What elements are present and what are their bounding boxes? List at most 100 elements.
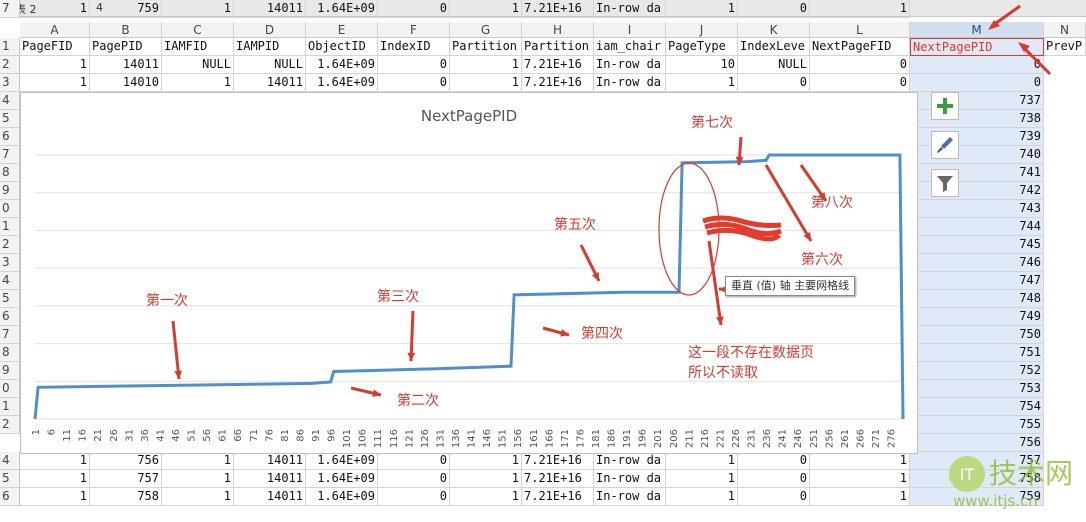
row-header[interactable]: 6 — [0, 488, 20, 506]
table-cell[interactable]: 7.21E+16 — [522, 0, 594, 18]
table-cell[interactable]: 14011 — [234, 470, 306, 488]
table-cell[interactable]: 758 — [90, 488, 162, 506]
table-cell[interactable]: 1 — [666, 74, 738, 92]
table-cell[interactable]: 0 — [738, 470, 810, 488]
column-letter-b[interactable]: B — [90, 22, 162, 38]
nextpagepid-cell[interactable]: 748 — [910, 290, 1044, 308]
table-cell[interactable]: 0 — [378, 74, 450, 92]
row-header[interactable]: 1 — [0, 218, 20, 236]
row-header[interactable]: 7 — [0, 146, 20, 164]
column-header-pagepid[interactable]: PagePID — [90, 38, 162, 56]
nextpagepid-cell[interactable]: 749 — [910, 308, 1044, 326]
table-cell[interactable]: 1 — [450, 74, 522, 92]
table-cell[interactable]: NULL — [738, 56, 810, 74]
table-cell[interactable]: 1 — [162, 74, 234, 92]
column-letter-a[interactable]: A — [20, 22, 90, 38]
column-header-partition[interactable]: Partition — [450, 38, 522, 56]
table-cell[interactable]: 1 — [666, 0, 738, 18]
table-cell[interactable]: 14010 — [90, 74, 162, 92]
chart-elements-button[interactable] — [931, 92, 959, 120]
table-cell[interactable]: 0 — [738, 0, 810, 18]
column-letter-i[interactable]: I — [594, 22, 666, 38]
table-cell[interactable]: 1 — [450, 488, 522, 506]
table-cell[interactable]: 7.21E+16 — [522, 470, 594, 488]
row-header[interactable]: 8 — [0, 344, 20, 362]
table-cell[interactable]: 1 — [20, 56, 90, 74]
row-header[interactable]: 4 — [0, 92, 20, 110]
column-letter-e[interactable]: E — [306, 22, 378, 38]
row-header[interactable]: 9 — [0, 182, 20, 200]
table-cell[interactable]: 1.64E+09 — [306, 488, 378, 506]
row-header[interactable]: 2 — [0, 56, 20, 74]
table-cell[interactable]: 0 — [378, 470, 450, 488]
table-cell[interactable]: 0 — [810, 56, 910, 74]
table-cell[interactable]: 1.64E+09 — [306, 74, 378, 92]
table-cell[interactable]: In-row da — [594, 488, 666, 506]
column-header-indexleve[interactable]: IndexLeve — [738, 38, 810, 56]
column-header-nextpagefid[interactable]: NextPageFID — [810, 38, 910, 56]
column-header-pagetype[interactable]: PageType — [666, 38, 738, 56]
table-cell[interactable]: 1 — [810, 0, 910, 18]
row-header[interactable]: 2 — [0, 236, 20, 254]
row-header[interactable]: 8 — [0, 164, 20, 182]
row-header[interactable]: 4 — [0, 452, 20, 470]
column-header-indexid[interactable]: IndexID — [378, 38, 450, 56]
table-cell[interactable]: 0 — [378, 56, 450, 74]
table-cell[interactable]: 14011 — [234, 0, 306, 18]
table-cell[interactable]: 14011 — [90, 56, 162, 74]
table-cell[interactable]: 14011 — [234, 488, 306, 506]
nextpagepid-cell[interactable]: 745 — [910, 236, 1044, 254]
row-header[interactable]: 9 — [0, 362, 20, 380]
row-header[interactable]: 3 — [0, 74, 20, 92]
table-cell[interactable]: 1 — [20, 488, 90, 506]
table-cell[interactable]: In-row da — [594, 470, 666, 488]
row-header[interactable]: 3 — [0, 254, 20, 272]
chart-styles-button[interactable] — [931, 131, 959, 159]
nextpagepid-cell[interactable]: 752 — [910, 362, 1044, 380]
table-cell[interactable]: 7.21E+16 — [522, 74, 594, 92]
column-letter-h[interactable]: H — [522, 22, 594, 38]
column-header-iamfid[interactable]: IAMFID — [162, 38, 234, 56]
table-cell[interactable]: 10 — [666, 56, 738, 74]
row-header[interactable]: 0 — [0, 380, 20, 398]
nextpagepid-cell[interactable]: 746 — [910, 254, 1044, 272]
chart-filters-button[interactable] — [931, 169, 959, 197]
column-header-iam_chair[interactable]: iam_chair — [594, 38, 666, 56]
nextpagepid-cell[interactable]: 753 — [910, 380, 1044, 398]
row-header[interactable]: 7 — [0, 0, 20, 18]
nextpagepid-cell[interactable]: 755 — [910, 416, 1044, 434]
table-cell[interactable]: In-row da — [594, 0, 666, 18]
nextpagepid-cell[interactable]: 754 — [910, 398, 1044, 416]
column-letter-c[interactable]: C — [162, 22, 234, 38]
table-cell[interactable]: 0 — [738, 74, 810, 92]
row-header[interactable]: 5 — [0, 290, 20, 308]
table-cell[interactable]: 1.64E+09 — [306, 56, 378, 74]
row-header[interactable]: 5 — [0, 110, 20, 128]
column-letter-g[interactable]: G — [450, 22, 522, 38]
table-cell[interactable]: 1 — [20, 74, 90, 92]
table-cell[interactable]: 7.21E+16 — [522, 56, 594, 74]
row-header[interactable]: 5 — [0, 470, 20, 488]
column-letter-k[interactable]: K — [738, 22, 810, 38]
column-letter-f[interactable]: F — [378, 22, 450, 38]
line-chart[interactable]: NextPagePID 1 6 11 16 21 26 31 36 41 46 51 56 61 66 71… — [20, 92, 918, 454]
column-letter-l[interactable]: L — [810, 22, 910, 38]
row-header[interactable]: 7 — [0, 326, 20, 344]
nextpagepid-cell[interactable]: 744 — [910, 218, 1044, 236]
nextpagepid-cell[interactable]: 750 — [910, 326, 1044, 344]
table-cell[interactable]: 1 — [20, 470, 90, 488]
column-header-iampid[interactable]: IAMPID — [234, 38, 306, 56]
table-cell[interactable]: 1 — [162, 0, 234, 18]
table-cell[interactable]: NULL — [234, 56, 306, 74]
table-cell[interactable]: In-row da — [594, 56, 666, 74]
nextpagepid-cell[interactable]: 747 — [910, 272, 1044, 290]
row-header[interactable]: 1 — [0, 38, 20, 56]
table-cell[interactable]: 1 — [20, 0, 90, 18]
row-header[interactable]: 0 — [0, 200, 20, 218]
table-cell[interactable]: 1.64E+09 — [306, 0, 378, 18]
table-cell[interactable]: 1.64E+09 — [306, 470, 378, 488]
table-cell[interactable]: 0 — [810, 74, 910, 92]
table-cell[interactable]: NULL — [162, 56, 234, 74]
column-header-objectid[interactable]: ObjectID — [306, 38, 378, 56]
column-header-pagefid[interactable]: PageFID — [20, 38, 90, 56]
